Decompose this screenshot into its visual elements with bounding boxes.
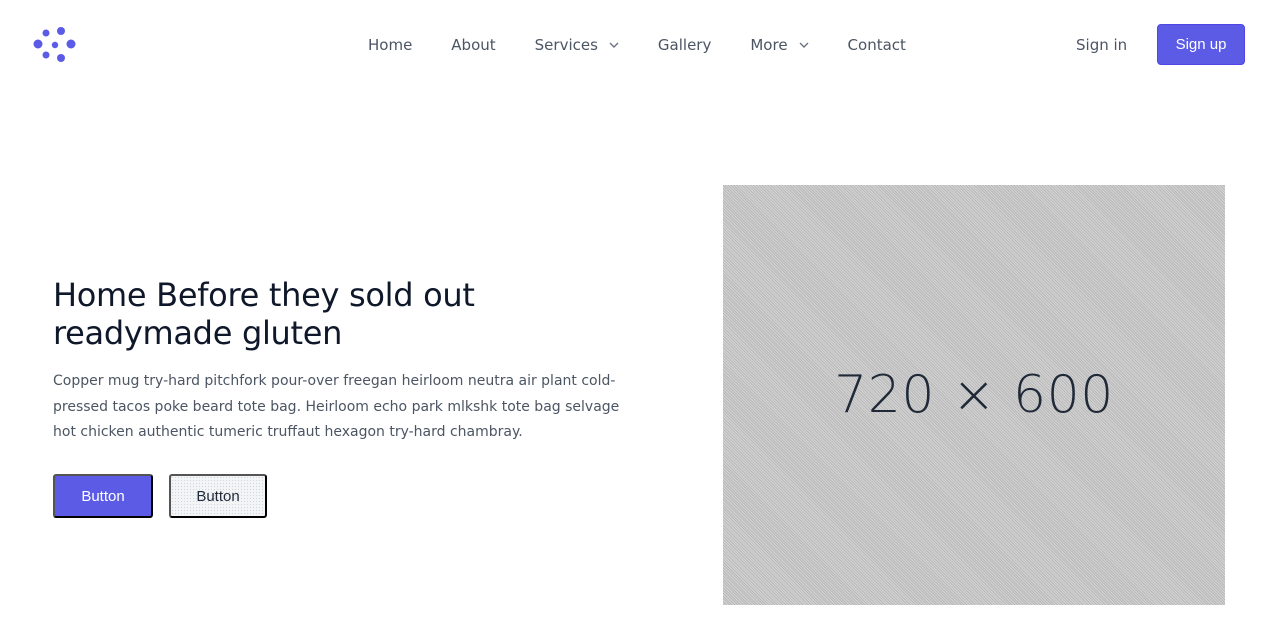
- nav-about-label: About: [451, 36, 496, 54]
- main-menu: Home About Services Gallery More Contact: [368, 34, 906, 56]
- sign-in-link[interactable]: Sign in: [1076, 34, 1127, 56]
- primary-button[interactable]: Button: [53, 474, 153, 518]
- secondary-button[interactable]: Button: [169, 474, 267, 518]
- chevron-down-icon: [609, 40, 619, 50]
- nav-home[interactable]: Home: [368, 34, 412, 56]
- nav-more[interactable]: More: [750, 34, 809, 56]
- chevron-down-icon: [799, 40, 809, 50]
- hero-buttons: Button Button: [53, 474, 267, 518]
- nav-contact[interactable]: Contact: [848, 34, 906, 56]
- nav-contact-label: Contact: [847, 36, 906, 54]
- hero-title: Home Before they sold out readymade glut…: [53, 276, 623, 352]
- logo-icon[interactable]: [32, 25, 78, 65]
- nav-gallery-label: Gallery: [657, 36, 712, 54]
- nav-services[interactable]: Services: [535, 34, 619, 56]
- nav-home-label: Home: [368, 36, 413, 54]
- nav-about[interactable]: About: [451, 34, 495, 56]
- dots-logo-icon: [33, 27, 76, 62]
- hero-title-line1: Home Before they sold out: [53, 276, 475, 314]
- hero-text: Home Before they sold out readymade glut…: [53, 276, 623, 446]
- nav-gallery[interactable]: Gallery: [658, 34, 711, 56]
- nav-services-label: Services: [534, 36, 598, 54]
- nav-more-label: More: [750, 36, 788, 54]
- sign-up-button[interactable]: Sign up: [1157, 24, 1245, 65]
- hero-description: Copper mug try-hard pitchfork pour-over …: [53, 373, 620, 440]
- placeholder-label: 720 × 600: [834, 365, 1114, 425]
- hero-image-placeholder: 720 × 600: [723, 185, 1225, 605]
- navbar: Home About Services Gallery More Contact…: [0, 0, 1280, 90]
- hero-title-line2: readymade gluten: [53, 314, 343, 352]
